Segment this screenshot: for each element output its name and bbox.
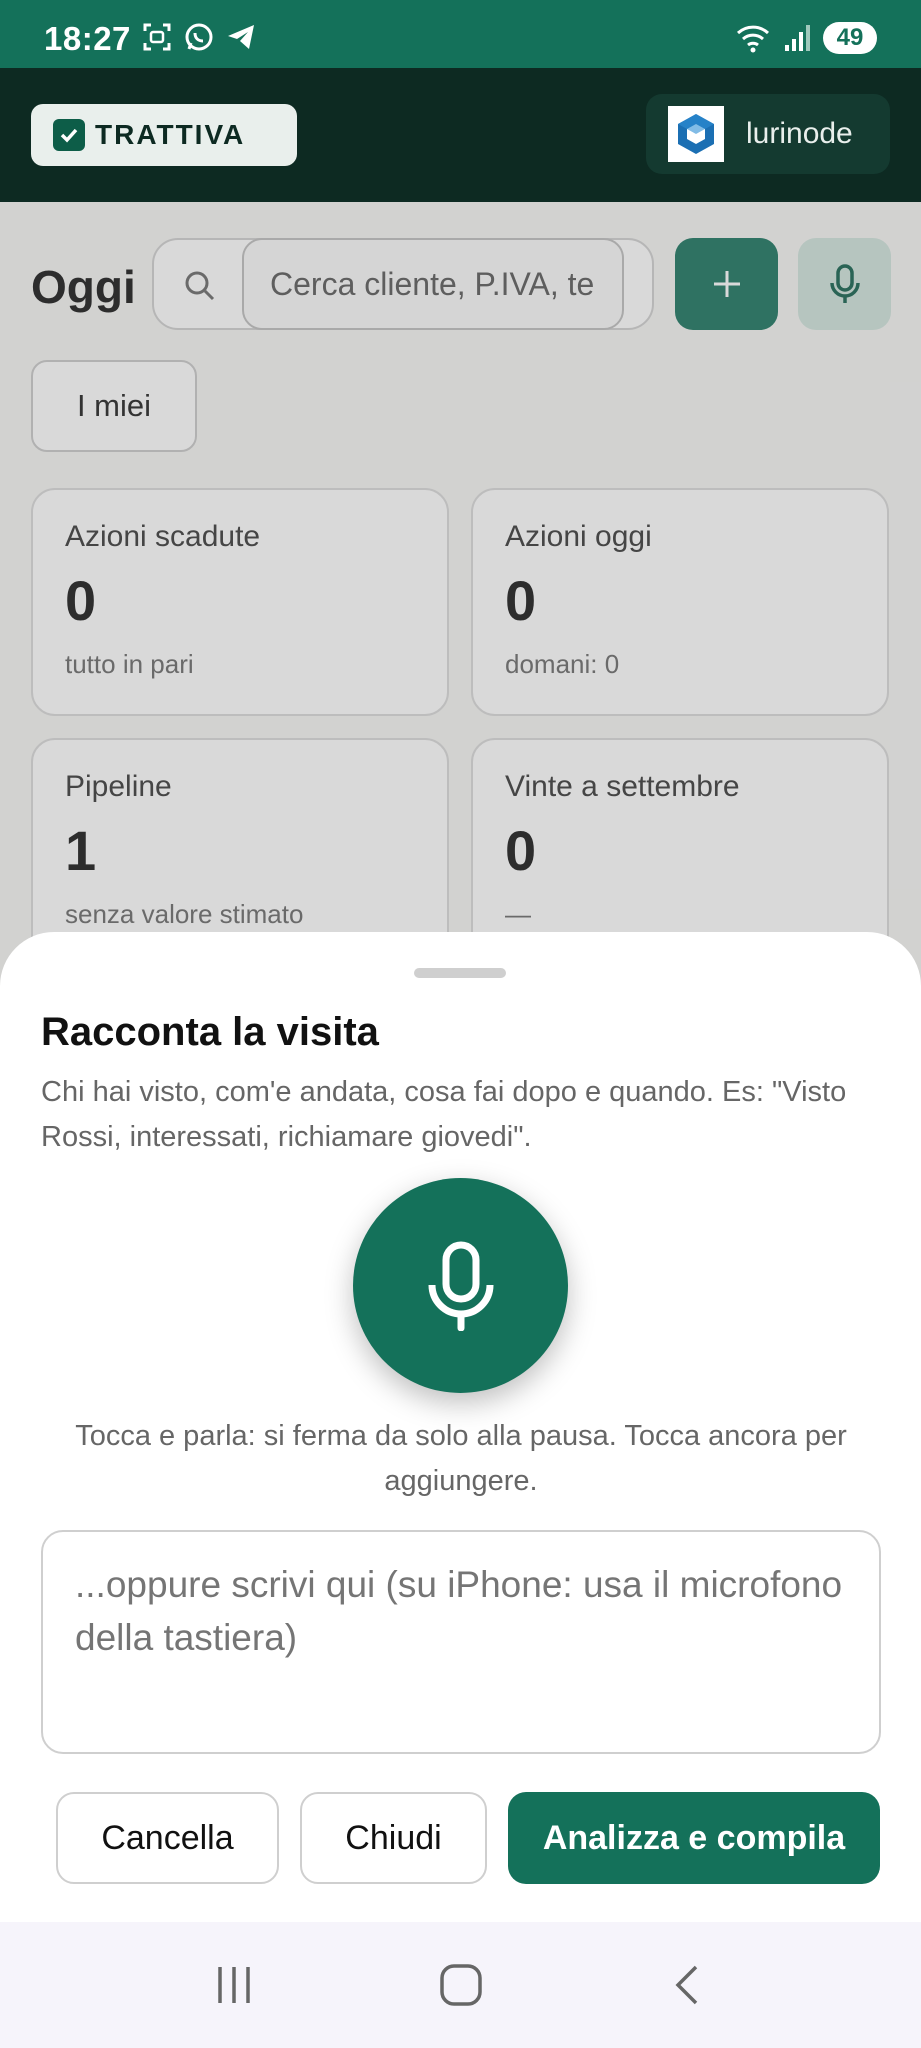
record-hint: Tocca e parla: si ferma da solo alla pau… (75, 1420, 847, 1497)
status-time: 18:27 (44, 20, 131, 57)
account-logo-icon (668, 106, 724, 162)
back-icon[interactable] (666, 1963, 710, 2007)
record-button[interactable] (353, 1178, 568, 1393)
whatsapp-icon (185, 23, 213, 51)
system-nav-bar (0, 1922, 921, 2048)
recent-apps-icon[interactable] (212, 1963, 256, 2007)
microphone-icon (428, 1241, 493, 1331)
analyze-button[interactable]: Analizza e compila (508, 1792, 880, 1884)
close-button[interactable]: Chiudi (300, 1792, 487, 1884)
telegram-icon (228, 25, 254, 49)
visit-notes-textarea[interactable] (41, 1530, 881, 1754)
visit-bottom-sheet: Racconta la visita Chi hai visto, com'e … (0, 932, 921, 1922)
cancel-button[interactable]: Cancella (56, 1792, 279, 1884)
account-name: lurinode (746, 117, 853, 150)
status-bar: 18:27 49 (0, 0, 921, 68)
brand-name: TRATTIVA (95, 119, 246, 150)
screenshot-icon (143, 23, 171, 51)
sheet-drag-handle[interactable] (414, 968, 506, 978)
app-header: TRATTIVA lurinode (0, 68, 921, 202)
sheet-description: Chi hai visto, com'e andata, cosa fai do… (41, 1076, 847, 1153)
home-icon[interactable] (439, 1963, 483, 2007)
brand-logo[interactable]: TRATTIVA (31, 104, 297, 166)
status-icons-right: 49 (735, 22, 877, 54)
check-icon (53, 119, 85, 151)
account-switcher[interactable]: lurinode (646, 94, 890, 174)
sheet-title: Racconta la visita (41, 1010, 379, 1054)
status-icons-left (142, 22, 256, 52)
signal-icon (785, 25, 810, 51)
battery-indicator: 49 (823, 22, 877, 54)
wifi-icon (736, 25, 770, 53)
